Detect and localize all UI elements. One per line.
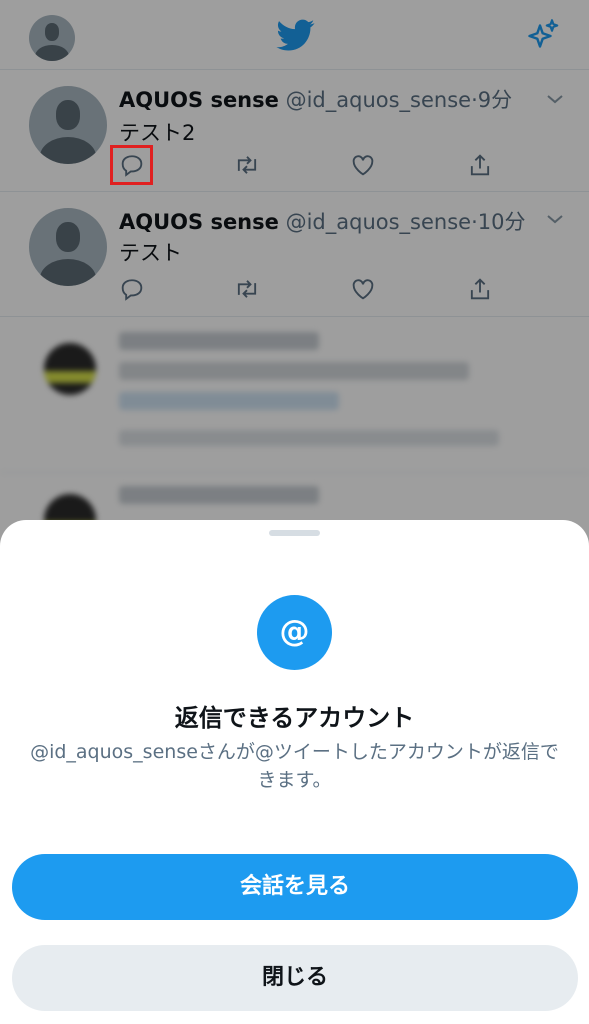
sheet-title: 返信できるアカウント (174, 704, 415, 732)
sheet-description: @id_aquos_senseさんが@ツイートしたアカウントが返信できます。 (30, 741, 559, 791)
view-conversation-button[interactable]: 会話を見る (12, 854, 578, 920)
sheet-grabber[interactable] (269, 530, 320, 536)
bottom-sheet: @ 返信できるアカウント @id_aquos_senseさんが@ツイートしたアカ… (0, 520, 589, 1024)
close-button[interactable]: 閉じる (12, 945, 578, 1011)
at-sign-icon: @ (257, 595, 332, 670)
highlight-box (110, 145, 153, 185)
